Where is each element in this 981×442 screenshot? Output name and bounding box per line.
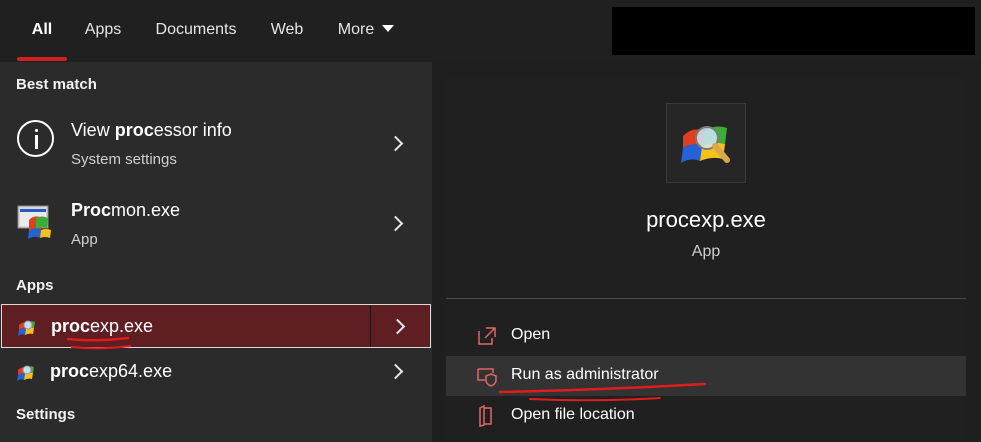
- settings-heading: Settings: [16, 406, 76, 423]
- caret-down-icon: [382, 25, 395, 32]
- match-text: proc: [50, 361, 90, 381]
- open-icon: [478, 327, 496, 345]
- redacted-region: [612, 7, 975, 55]
- result-procexp-selected[interactable]: procexp.exe: [1, 304, 431, 348]
- tab-web[interactable]: Web: [262, 0, 312, 62]
- result-title: Procmon.exe: [71, 200, 180, 221]
- tab-all-label: All: [31, 21, 53, 38]
- tab-documents-label: Documents: [155, 21, 237, 38]
- run-as-administrator-action[interactable]: Run as administrator: [446, 356, 966, 396]
- tab-apps-label: Apps: [84, 21, 122, 38]
- result-subtitle: App: [71, 231, 98, 248]
- chevron-right-icon[interactable]: [387, 135, 404, 152]
- preview-app-type: App: [691, 243, 721, 260]
- folder-icon: [479, 405, 492, 427]
- tab-web-label: Web: [270, 21, 304, 38]
- procexp-app-icon: [18, 320, 35, 336]
- tab-documents[interactable]: Documents: [146, 0, 246, 62]
- procmon-app-icon: [17, 205, 51, 239]
- match-text: proc: [114, 120, 154, 140]
- open-file-location-label: Open file location: [511, 406, 635, 423]
- result-procmon[interactable]: Procmon.exe App: [0, 186, 432, 262]
- tab-more[interactable]: More: [330, 0, 402, 62]
- best-match-heading: Best match: [16, 76, 97, 93]
- result-title: procexp64.exe: [50, 361, 172, 382]
- chevron-right-icon[interactable]: [387, 215, 404, 232]
- apps-heading: Apps: [16, 277, 54, 294]
- active-tab-indicator: [17, 57, 67, 61]
- result-title: View processor info: [71, 120, 232, 140]
- tab-all[interactable]: All: [17, 0, 67, 62]
- chevron-right-icon[interactable]: [387, 363, 404, 380]
- rest-text: mon.exe: [111, 200, 181, 220]
- rest-text: exp.exe: [90, 316, 154, 336]
- open-file-location-action[interactable]: Open file location: [446, 396, 966, 436]
- result-subtitle: System settings: [71, 151, 177, 168]
- preview-app-name: procexp.exe: [646, 207, 766, 232]
- match-text: proc: [51, 316, 91, 336]
- tab-apps[interactable]: Apps: [78, 0, 128, 62]
- result-procexp64[interactable]: procexp64.exe: [0, 350, 432, 394]
- run-as-administrator-label: Run as administrator: [511, 366, 659, 383]
- info-icon: [17, 120, 54, 157]
- rest-text: essor info: [153, 120, 232, 140]
- tab-more-label: More: [337, 21, 375, 38]
- procexp-large-icon: [681, 126, 730, 163]
- chevron-right-icon[interactable]: [389, 318, 406, 335]
- open-action[interactable]: Open: [446, 316, 966, 356]
- search-tab-bar: All Apps Documents Web More: [0, 0, 981, 62]
- open-label: Open: [511, 326, 551, 343]
- rest-text: exp64.exe: [89, 361, 173, 381]
- shield-icon: [477, 368, 497, 387]
- preview-icon-frame: [666, 103, 746, 183]
- row-divider: [370, 305, 371, 347]
- procexp64-app-icon: [17, 365, 34, 381]
- result-title: procexp.exe: [51, 316, 153, 337]
- preview-divider: [446, 298, 966, 299]
- result-view-processor-info[interactable]: View processor info System settings: [0, 106, 432, 182]
- match-text: Proc: [71, 200, 112, 220]
